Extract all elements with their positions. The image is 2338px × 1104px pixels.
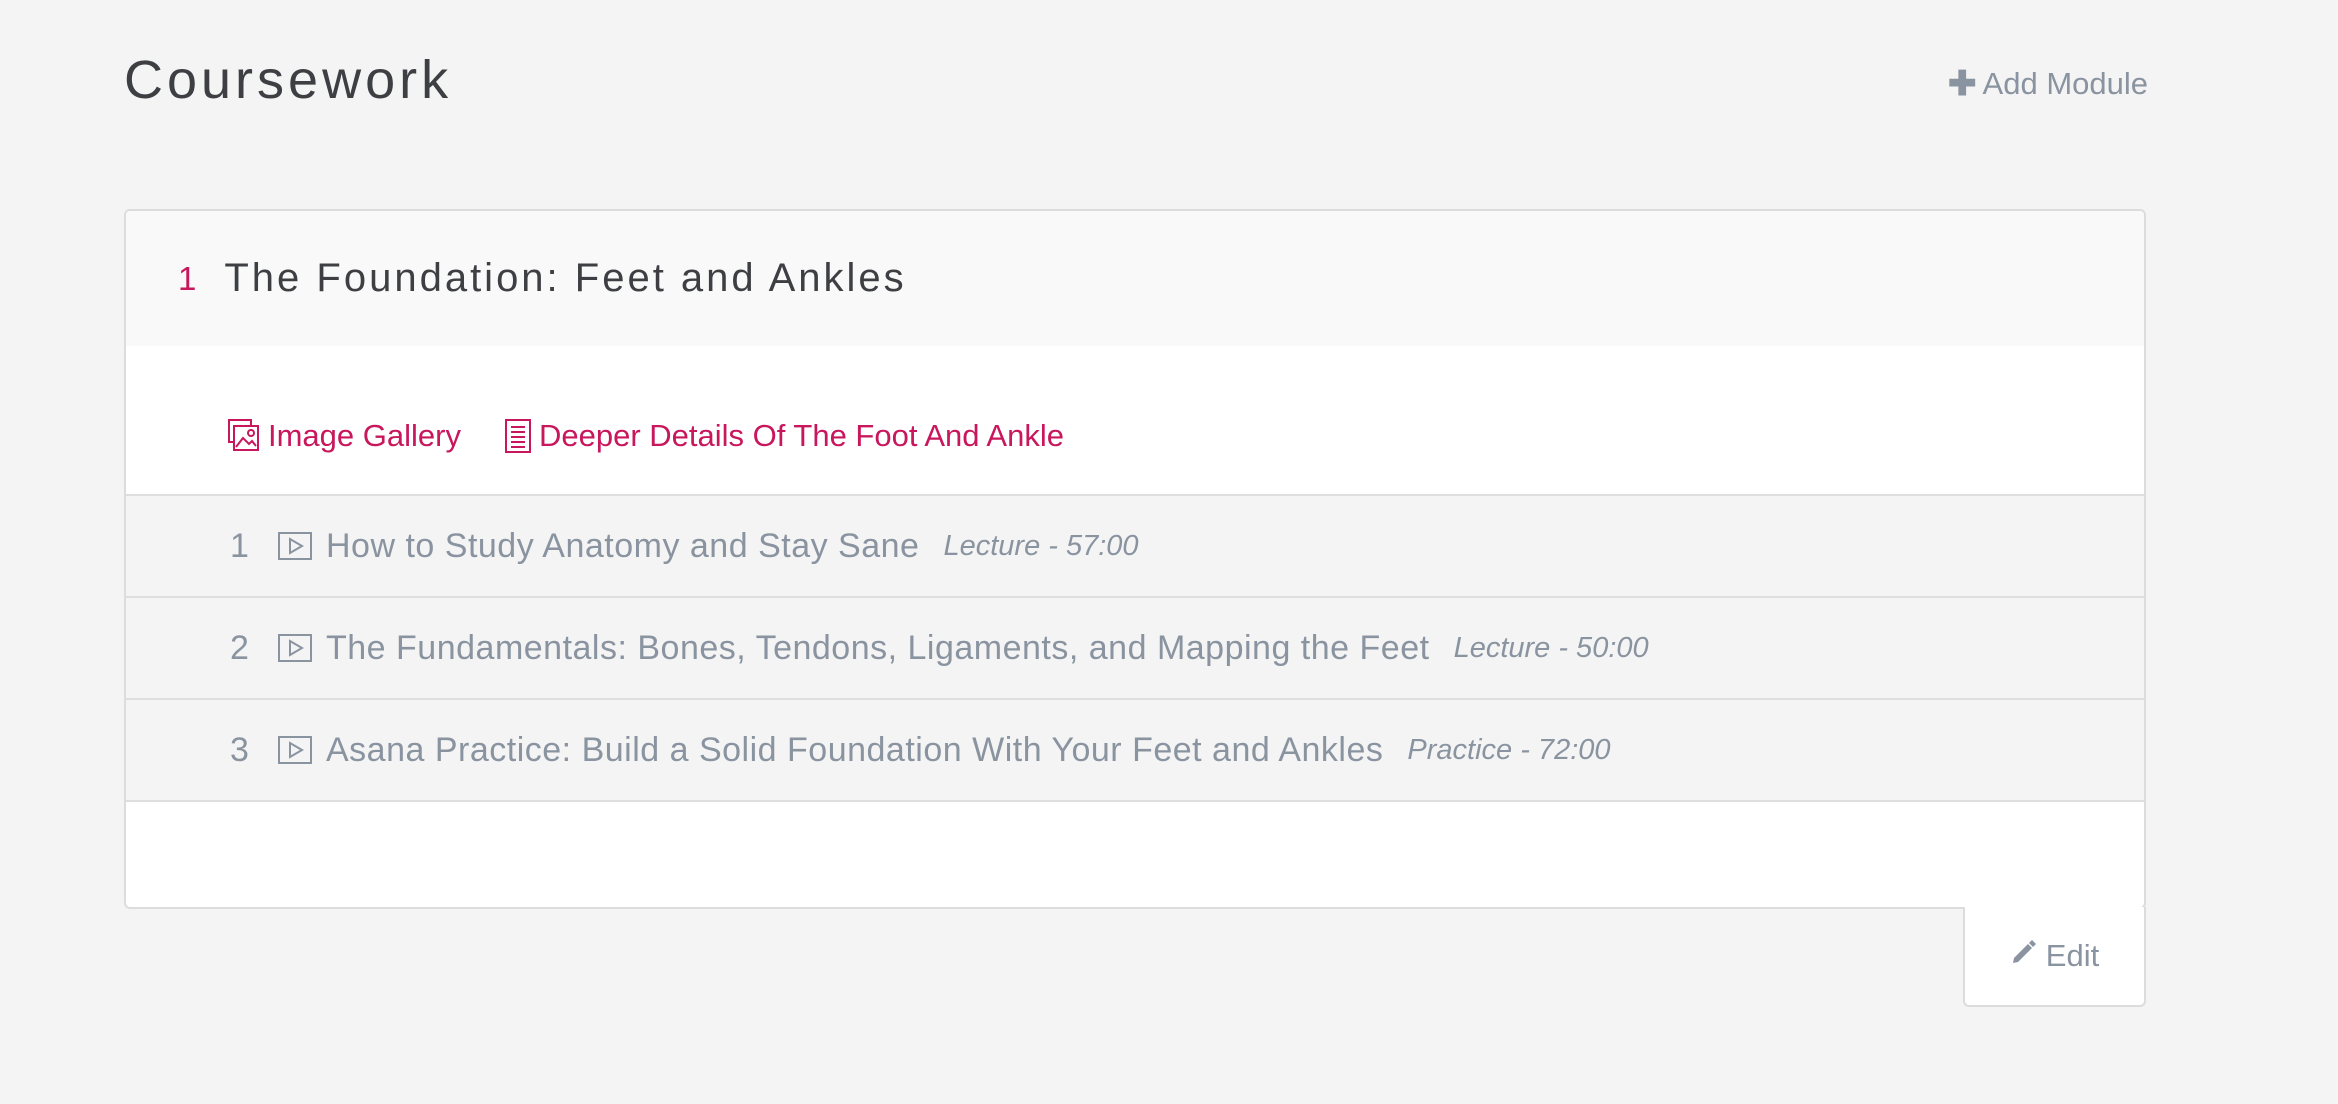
lesson-meta: Lecture - 50:00	[1453, 631, 1649, 664]
edit-label: Edit	[2045, 938, 2100, 973]
video-icon	[278, 634, 312, 662]
lesson-title: The Fundamentals: Bones, Tendons, Ligame…	[326, 628, 1430, 667]
plus-icon: ✚	[1948, 65, 1977, 103]
add-module-label: Add Module	[1982, 66, 2148, 101]
module-header[interactable]: 1 The Foundation: Feet and Ankles	[126, 211, 2144, 346]
add-module-button[interactable]: ✚ Add Module	[1948, 66, 2148, 102]
resource-image-gallery[interactable]: Image Gallery	[228, 418, 461, 454]
resource-deeper-details[interactable]: Deeper Details Of The Foot And Ankle	[504, 418, 1064, 454]
lesson-meta: Practice - 72:00	[1407, 733, 1611, 766]
lesson-number: 2	[230, 628, 249, 667]
module-title: The Foundation: Feet and Ankles	[224, 256, 907, 300]
lesson-row[interactable]: 2 The Fundamentals: Bones, Tendons, Liga…	[126, 598, 2144, 700]
lesson-title: How to Study Anatomy and Stay Sane	[326, 526, 920, 565]
lesson-number: 1	[230, 526, 249, 565]
lesson-row[interactable]: 3 Asana Practice: Build a Solid Foundati…	[126, 700, 2144, 802]
document-icon	[504, 419, 531, 453]
pencil-icon	[2010, 938, 2038, 974]
lesson-meta: Lecture - 57:00	[943, 529, 1139, 562]
page-title: Coursework	[124, 50, 453, 110]
video-icon	[278, 736, 312, 764]
lesson-title: Asana Practice: Build a Solid Foundation…	[326, 730, 1384, 769]
lesson-number: 3	[230, 730, 249, 769]
module-resources: Image Gallery Deeper Details Of The Foot…	[126, 346, 2144, 496]
resource-label: Image Gallery	[268, 418, 461, 453]
video-icon	[278, 532, 312, 560]
image-gallery-icon	[228, 419, 260, 453]
resource-label: Deeper Details Of The Foot And Ankle	[538, 418, 1064, 453]
module-card: 1 The Foundation: Feet and Ankles Image …	[124, 209, 2146, 909]
module-number: 1	[178, 259, 197, 297]
lesson-row[interactable]: 1 How to Study Anatomy and Stay Sane Lec…	[126, 496, 2144, 598]
edit-button[interactable]: Edit	[1963, 907, 2146, 1007]
